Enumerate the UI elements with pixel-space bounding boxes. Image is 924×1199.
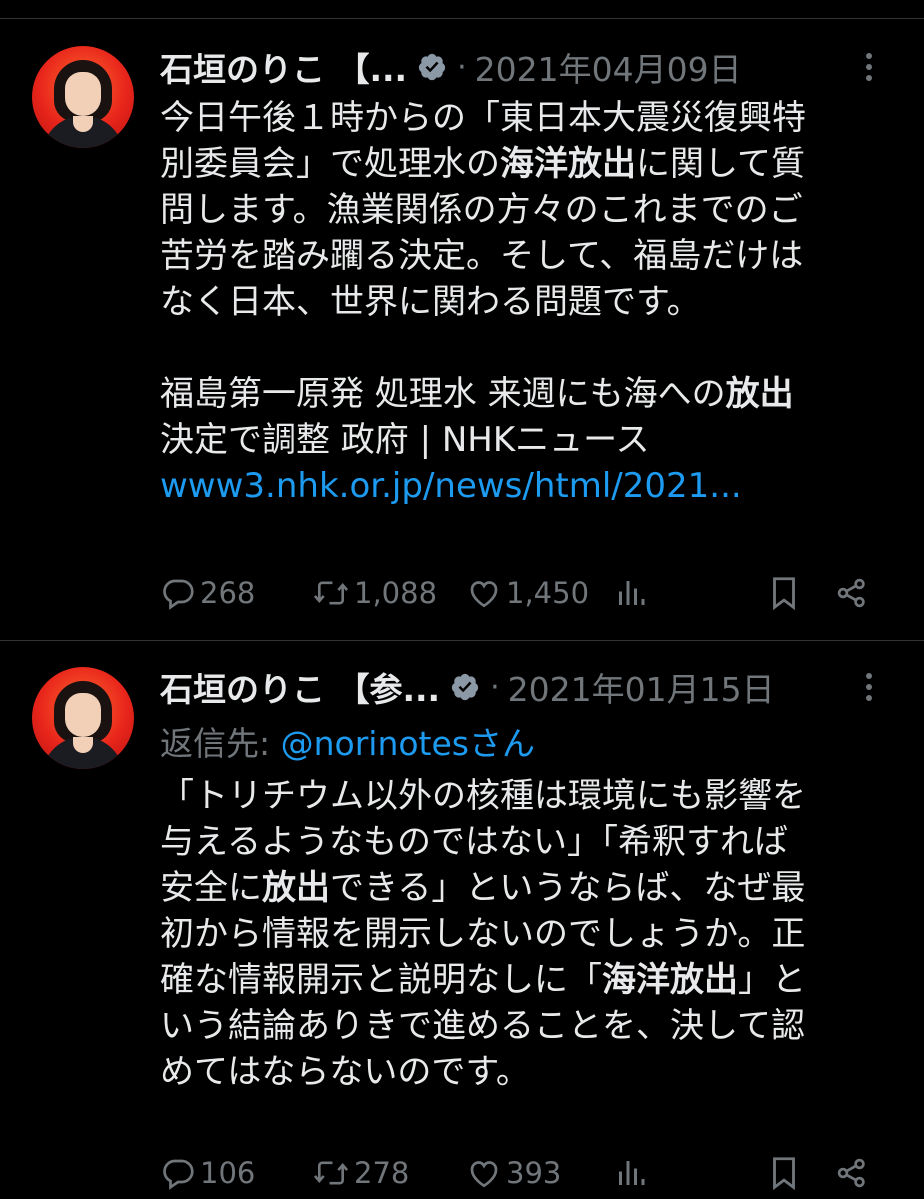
share-icon: [834, 575, 870, 611]
author-name[interactable]: 石垣のりこ 【...: [160, 43, 407, 91]
like-button[interactable]: 393: [466, 1151, 561, 1195]
reply-to-prefix: 返信先:: [160, 724, 281, 763]
highlight-text: 放出: [725, 374, 794, 414]
reply-count: 106: [200, 1156, 256, 1190]
text-segment: 別委員会」で処理水の: [160, 144, 500, 184]
tweet-text-line: いう結論ありきで進めることを、決して認: [160, 1003, 900, 1049]
reply-button[interactable]: 268: [160, 571, 255, 615]
views-icon: [616, 1155, 646, 1191]
more-icon[interactable]: [862, 47, 876, 87]
tweet-actions: 268 1,088 1,450: [160, 571, 900, 615]
share-icon: [834, 1155, 870, 1191]
text-segment: 決定で調整 政府 | NHKニュース: [160, 420, 650, 460]
tweet-header: 石垣のりこ 【... · 2021年04月09日: [160, 42, 900, 92]
verified-badge-icon: [417, 52, 447, 82]
tweet-text-line: 「トリチウム以外の核種は環境にも影響を: [160, 773, 900, 819]
bookmark-button[interactable]: [768, 1151, 800, 1195]
tweet-text-line: 確な情報開示と説明なしに「海洋放出」と: [160, 957, 900, 1003]
bookmark-button[interactable]: [768, 571, 800, 615]
tweet-text: 今日午後１時からの「東日本大震災復興特 別委員会」で処理水の海洋放出に関して質 問し…: [160, 95, 900, 509]
avatar[interactable]: [32, 46, 134, 148]
avatar[interactable]: [32, 667, 134, 769]
tweet-text-line: www3.nhk.or.jp/news/html/2021...: [160, 463, 900, 509]
tweet-text-line: 初から情報を開示しないのでしょうか。正: [160, 911, 900, 957]
tweet-text-line: めてはならないのです。: [160, 1049, 900, 1095]
highlight-text: 放出: [262, 868, 330, 908]
highlight-text: 海洋放出: [602, 960, 738, 1000]
tweet-link[interactable]: www3.nhk.or.jp/news/html/2021...: [160, 466, 742, 506]
tweet-text-line: 決定で調整 政府 | NHKニュース: [160, 417, 900, 463]
text-segment: に関して質: [636, 144, 805, 184]
more-icon[interactable]: [862, 667, 876, 707]
bookmark-icon: [768, 1154, 800, 1192]
retweet-button[interactable]: 278: [312, 1151, 409, 1195]
text-segment: 苦労を踏み躙る決定。そして、福島だけは: [160, 236, 804, 276]
tweet-text: 「トリチウム以外の核種は環境にも影響を 与えるようなものではない」「希釈すれば 安全…: [160, 773, 900, 1095]
tweet-date[interactable]: 2021年01月15日: [508, 663, 775, 711]
tweet-text-line: 今日午後１時からの「東日本大震災復興特: [160, 95, 900, 141]
tweet-date[interactable]: 2021年04月09日: [475, 43, 742, 91]
reply-button[interactable]: 106: [160, 1151, 255, 1195]
views-button[interactable]: [616, 571, 646, 615]
retweet-button[interactable]: 1,088: [312, 571, 437, 615]
like-count: 393: [506, 1156, 562, 1190]
tweet-text-line: なく日本、世界に関わる問題です。: [160, 279, 900, 325]
retweet-icon: [312, 575, 350, 611]
tweet-2[interactable]: 石垣のりこ 【参... · 2021年01月15日 返信先: @norinote…: [0, 641, 924, 1199]
like-icon: [466, 575, 502, 611]
text-segment: 安全に: [160, 868, 262, 908]
text-segment: 福島第一原発 処理水 来週にも海への: [160, 374, 726, 414]
share-button[interactable]: [834, 1151, 870, 1195]
author-name[interactable]: 石垣のりこ 【参...: [160, 663, 440, 711]
text-segment: 初から情報を開示しないのでしょうか。正: [160, 914, 806, 954]
text-segment: 確な情報開示と説明なしに「: [160, 960, 602, 1000]
highlight-text: 海洋放出: [500, 144, 636, 184]
like-icon: [466, 1155, 502, 1191]
verified-badge-icon: [450, 672, 480, 702]
reply-count: 268: [200, 576, 256, 610]
reply-icon: [160, 1155, 196, 1191]
retweet-count: 1,088: [354, 576, 438, 610]
separator: ·: [490, 669, 500, 705]
tweet-text-line: 問します。漁業関係の方々のこれまでのご: [160, 187, 900, 233]
text-segment: なく日本、世界に関わる問題です。: [160, 282, 701, 322]
tweet-text-line: [160, 325, 900, 371]
retweet-count: 278: [354, 1156, 410, 1190]
views-button[interactable]: [616, 1151, 646, 1195]
text-segment: 与えるようなものではない」「希釈すれば: [160, 822, 788, 862]
reply-icon: [160, 575, 196, 611]
text-segment: 「トリチウム以外の核種は環境にも影響を: [160, 776, 806, 816]
text-segment: 問します。漁業関係の方々のこれまでのご: [160, 190, 803, 230]
separator: ·: [457, 49, 467, 85]
tweet-text-line: 与えるようなものではない」「希釈すれば: [160, 819, 900, 865]
tweet-text-line: 別委員会」で処理水の海洋放出に関して質: [160, 141, 900, 187]
tweet-header: 石垣のりこ 【参... · 2021年01月15日: [160, 662, 900, 712]
text-segment: できる」というならば、なぜ最: [330, 868, 806, 908]
tweet-text-line: 安全に放出できる」というならば、なぜ最: [160, 865, 900, 911]
reply-to: 返信先: @norinotesさん: [160, 717, 535, 765]
tweet-text-line: 苦労を踏み躙る決定。そして、福島だけは: [160, 233, 900, 279]
bookmark-icon: [768, 574, 800, 612]
text-segment: 今日午後１時からの「東日本大震災復興特: [160, 98, 806, 138]
share-button[interactable]: [834, 571, 870, 615]
views-icon: [616, 575, 646, 611]
like-count: 1,450: [506, 576, 590, 610]
reply-to-handle[interactable]: @norinotesさん: [281, 724, 535, 763]
text-segment: めてはならないのです。: [160, 1052, 530, 1092]
top-edge: [0, 0, 924, 19]
tweet-1[interactable]: 石垣のりこ 【... · 2021年04月09日 今日午後１時からの「東日本大震…: [0, 18, 924, 640]
tweet-actions: 106 278 393: [160, 1151, 900, 1195]
text-segment: いう結論ありきで進めることを、決して認: [160, 1006, 805, 1046]
tweet-text-line: 福島第一原発 処理水 来週にも海への放出: [160, 371, 900, 417]
like-button[interactable]: 1,450: [466, 571, 589, 615]
retweet-icon: [312, 1155, 350, 1191]
text-segment: 」と: [738, 960, 806, 1000]
